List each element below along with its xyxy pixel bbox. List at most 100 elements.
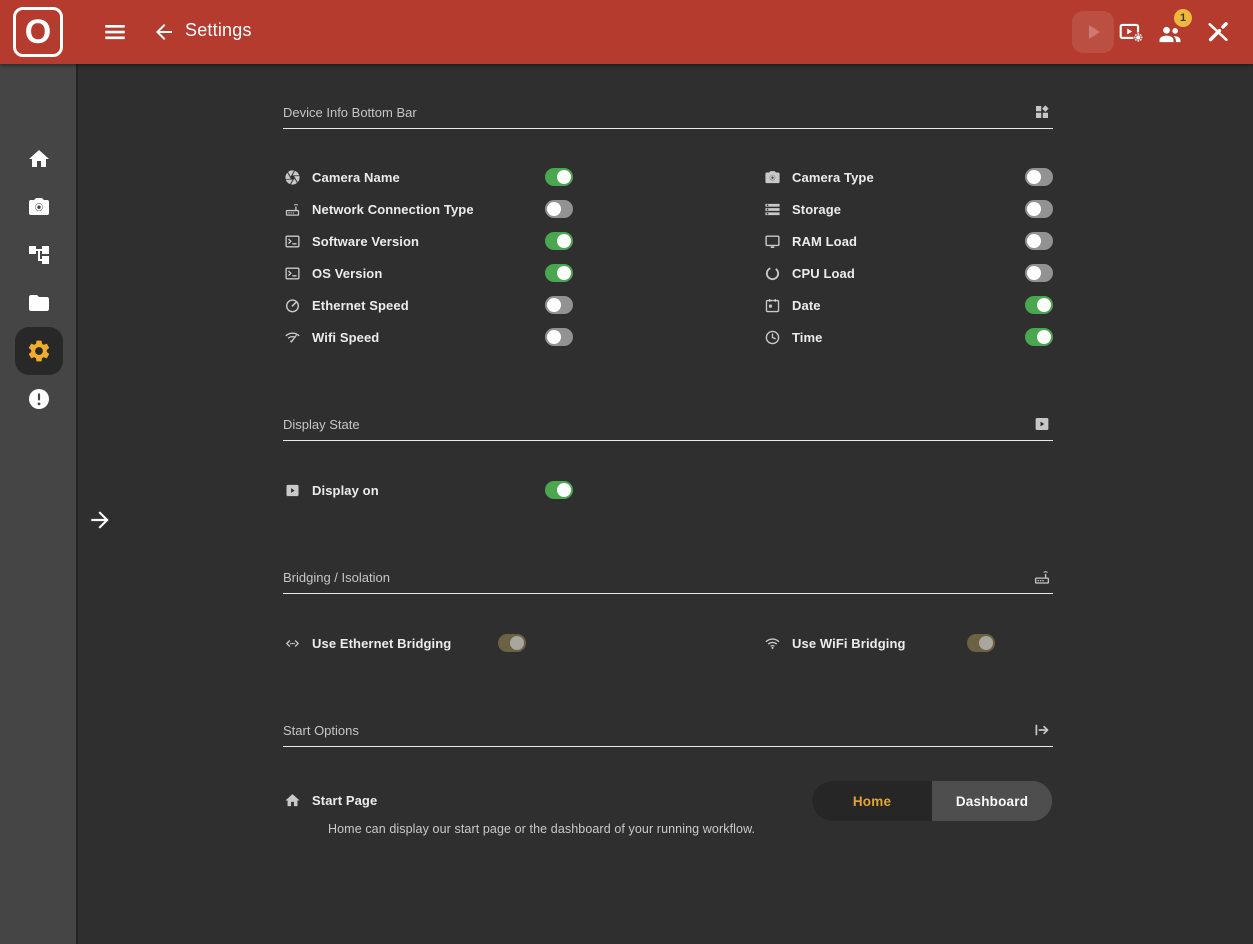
sidebar-item-error[interactable]	[15, 375, 63, 423]
toggle-switch-network-connection-type[interactable]	[545, 200, 573, 218]
clock-icon	[764, 329, 781, 346]
toggle-switch-wifi-speed[interactable]	[545, 328, 573, 346]
sidebar-item-home[interactable]	[15, 135, 63, 183]
app-logo-letter: O	[25, 13, 51, 52]
toggle-row-label: Ethernet Speed	[312, 298, 409, 313]
calendar-icon	[764, 297, 781, 314]
gauge-icon	[284, 297, 301, 314]
toggle-switch-camera-name[interactable]	[545, 168, 573, 186]
terminal-icon	[284, 233, 301, 250]
menu-icon[interactable]	[102, 19, 128, 45]
play-button	[1072, 11, 1114, 53]
toggle-row: Camera Name	[284, 161, 573, 193]
toggle-row: Date	[764, 289, 1053, 321]
toggle-row-label: Use WiFi Bridging	[792, 636, 906, 651]
error-icon	[27, 387, 51, 411]
toggle-row: Use WiFi Bridging	[764, 627, 995, 659]
toggle-switch-ethernet-speed[interactable]	[545, 296, 573, 314]
wifi-icon	[764, 635, 781, 652]
slideshow-icon	[1033, 415, 1051, 433]
start-page-segmented-control: Home Dashboard	[812, 781, 1052, 821]
toggle-row-label: Use Ethernet Bridging	[312, 636, 451, 651]
sidebar-item-settings[interactable]	[15, 327, 63, 375]
toggle-switch-time[interactable]	[1025, 328, 1053, 346]
sidebar-item-photo-camera[interactable]	[15, 183, 63, 231]
toggle-row-label: CPU Load	[792, 266, 855, 281]
toggle-row: RAM Load	[764, 225, 1053, 257]
page-title: Settings	[185, 20, 252, 41]
start-page-label: Start Page	[312, 793, 377, 808]
back-icon[interactable]	[152, 20, 176, 44]
toggle-row-label: RAM Load	[792, 234, 857, 249]
top-app-bar: O Settings 1	[0, 0, 1253, 64]
toggle-switch-display-on[interactable]	[545, 481, 573, 499]
toggle-switch-ram-load[interactable]	[1025, 232, 1053, 250]
toggle-row-label: Wifi Speed	[312, 330, 379, 345]
video-settings-icon[interactable]	[1118, 19, 1144, 45]
toggle-switch-date[interactable]	[1025, 296, 1053, 314]
toggle-switch-use-wifi-bridging	[967, 634, 995, 652]
loop-icon	[764, 265, 781, 282]
toggle-row: CPU Load	[764, 257, 1053, 289]
toggle-row-label: OS Version	[312, 266, 382, 281]
toggle-row: OS Version	[284, 257, 573, 289]
home-icon	[27, 147, 51, 171]
toggle-row-label: Camera Type	[792, 170, 874, 185]
notification-badge: 1	[1174, 9, 1192, 27]
wifi-speed-icon	[284, 329, 301, 346]
section-title: Bridging / Isolation	[283, 570, 390, 585]
monitor-icon	[764, 233, 781, 250]
toggle-switch-camera-type[interactable]	[1025, 168, 1053, 186]
toggle-row: Storage	[764, 193, 1053, 225]
toggle-switch-software-version[interactable]	[545, 232, 573, 250]
account-tree-icon	[27, 243, 51, 267]
sidebar-item-folder[interactable]	[15, 279, 63, 327]
toggle-row-label: Software Version	[312, 234, 419, 249]
toggle-row: Time	[764, 321, 1053, 353]
segment-home[interactable]: Home	[812, 781, 932, 821]
photo-camera-icon	[764, 169, 781, 186]
router-icon	[1033, 568, 1051, 586]
start-page-row: Start Page	[284, 784, 584, 816]
toggle-switch-use-ethernet-bridging	[498, 634, 526, 652]
play-icon	[1081, 20, 1105, 44]
folder-icon	[27, 291, 51, 315]
toggle-row-label: Camera Name	[312, 170, 400, 185]
settings-icon	[26, 338, 52, 364]
section-device-info-header: Device Info Bottom Bar	[283, 103, 1053, 129]
slideshow-icon	[284, 482, 301, 499]
section-bridging-header: Bridging / Isolation	[283, 568, 1053, 594]
toggle-switch-storage[interactable]	[1025, 200, 1053, 218]
toggle-row: Network Connection Type	[284, 193, 573, 225]
photo-camera-icon	[27, 195, 51, 219]
toggle-row-label: Date	[792, 298, 821, 313]
sidebar	[0, 64, 78, 944]
edit-off-icon[interactable]	[1205, 19, 1231, 45]
toggle-row: Use Ethernet Bridging	[284, 627, 526, 659]
app-logo: O	[13, 7, 63, 57]
settings-ethernet-icon	[284, 635, 301, 652]
sidebar-item-account-tree[interactable]	[15, 231, 63, 279]
toggle-row: Display on	[284, 474, 573, 506]
section-title: Display State	[283, 417, 360, 432]
section-display-state-header: Display State	[283, 415, 1053, 441]
toggle-switch-cpu-load[interactable]	[1025, 264, 1053, 282]
home-icon	[284, 792, 301, 809]
start-icon	[1033, 721, 1051, 739]
toggle-row: Wifi Speed	[284, 321, 573, 353]
dashboard-customize-icon	[1033, 103, 1051, 121]
toggle-row-label: Time	[792, 330, 823, 345]
toggle-row-label: Storage	[792, 202, 841, 217]
toggle-row: Ethernet Speed	[284, 289, 573, 321]
expand-drawer-arrow-icon[interactable]	[87, 507, 113, 533]
toggle-row: Camera Type	[764, 161, 1053, 193]
toggle-switch-os-version[interactable]	[545, 264, 573, 282]
segment-dashboard[interactable]: Dashboard	[932, 781, 1052, 821]
start-page-description: Home can display our start page or the d…	[328, 822, 755, 836]
terminal-icon	[284, 265, 301, 282]
section-title: Device Info Bottom Bar	[283, 105, 417, 120]
toggle-row-label: Network Connection Type	[312, 202, 474, 217]
section-start-options-header: Start Options	[283, 721, 1053, 747]
toggle-row: Software Version	[284, 225, 573, 257]
toggle-row-label: Display on	[312, 483, 379, 498]
